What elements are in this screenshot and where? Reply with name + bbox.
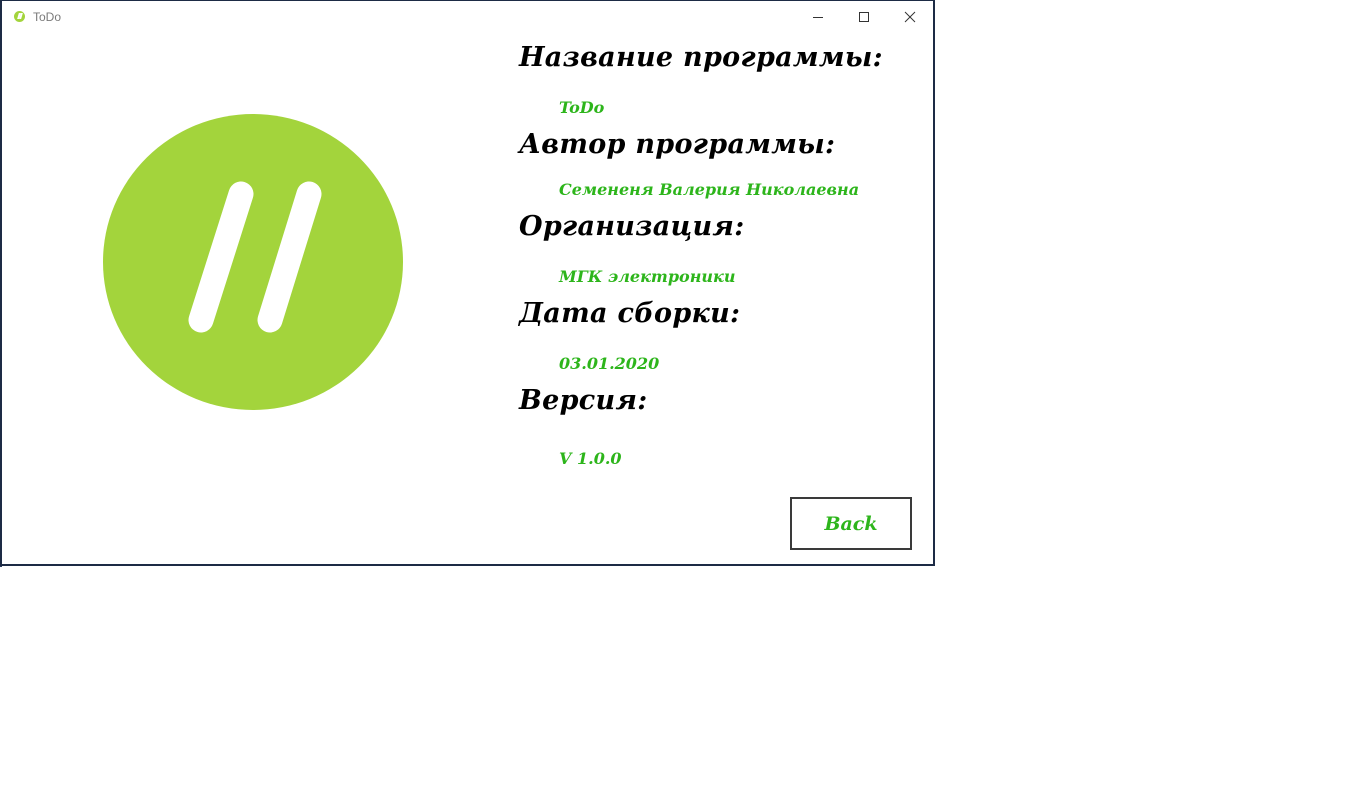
close-icon: [904, 11, 916, 22]
about-window: ToDo Название программы: ToDo Автор прог…: [0, 0, 935, 566]
author-label: Автор программы:: [519, 129, 836, 160]
author-value: Семененя Валерия Николаевна: [559, 180, 860, 199]
organization-label: Организация:: [519, 211, 745, 242]
window-title: ToDo: [33, 10, 62, 24]
title-bar[interactable]: ToDo: [2, 1, 933, 32]
version-label: Версия:: [519, 385, 648, 416]
close-button[interactable]: [887, 1, 933, 32]
version-value: V 1.0.0: [559, 449, 622, 468]
maximize-icon: [859, 11, 869, 22]
build-date-label: Дата сборки:: [519, 298, 741, 329]
todo-logo-icon: [103, 114, 403, 410]
build-date-value: 03.01.2020: [559, 354, 660, 373]
back-button[interactable]: Back: [790, 497, 912, 550]
organization-value: МГК электроники: [559, 267, 736, 286]
maximize-button[interactable]: [841, 1, 887, 32]
program-name-value: ToDo: [559, 98, 605, 117]
program-name-label: Название программы:: [519, 42, 883, 73]
minimize-icon: [813, 16, 823, 18]
todo-logo-icon: [14, 11, 25, 22]
minimize-button[interactable]: [795, 1, 841, 32]
